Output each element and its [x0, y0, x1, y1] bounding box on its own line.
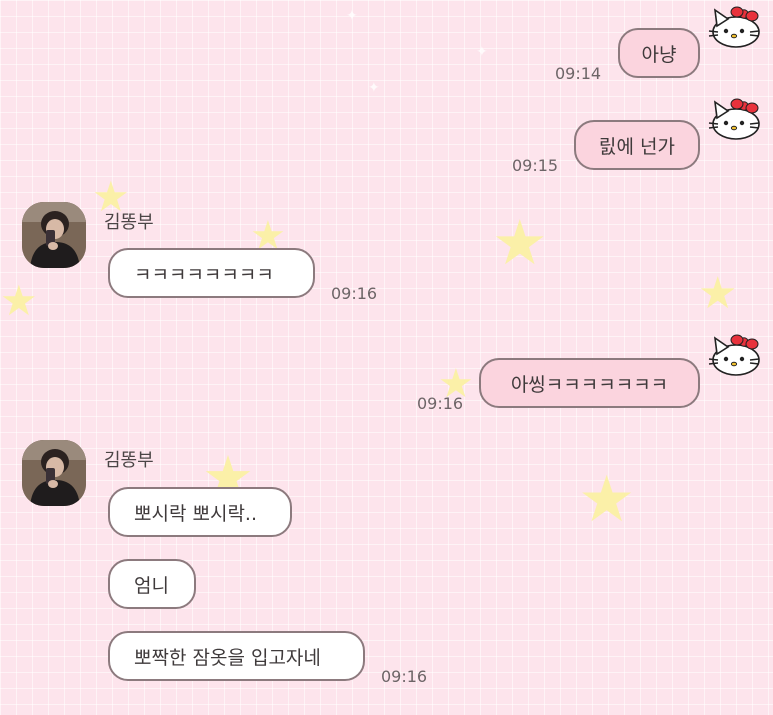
message-time: 09:15: [512, 156, 559, 175]
hello-kitty-icon: [708, 98, 760, 140]
profile-photo: [22, 202, 86, 268]
message-bubble-received[interactable]: 뽀짝한 잠옷을 입고자네: [108, 631, 365, 681]
sender-avatar[interactable]: [22, 440, 86, 506]
sender-name: 김똥부: [104, 212, 154, 233]
star-icon: ★: [492, 206, 548, 279]
message-bubble-received[interactable]: 뽀시락 뽀시락..: [108, 487, 292, 537]
message-bubble-sent[interactable]: 아씽ㅋㅋㅋㅋㅋㅋㅋ: [479, 358, 700, 408]
sparkle-icon: ✦: [476, 44, 488, 60]
sender-name: 김똥부: [104, 450, 154, 471]
message-time: 09:16: [417, 394, 464, 413]
message-bubble-sent[interactable]: 아냥: [618, 28, 700, 78]
sparkle-icon: ✦: [368, 80, 380, 96]
message-bubble-received[interactable]: 엄니: [108, 559, 196, 609]
sender-avatar[interactable]: [22, 202, 86, 268]
star-icon: ★: [0, 276, 38, 325]
message-time: 09:16: [331, 284, 378, 303]
message-bubble-sent[interactable]: 릸에 넌가: [574, 120, 700, 170]
message-time: 09:16: [381, 667, 428, 686]
sparkle-icon: ✦: [346, 8, 358, 24]
hello-kitty-icon: [708, 6, 760, 48]
message-time: 09:14: [555, 64, 602, 83]
hello-kitty-icon: [708, 334, 760, 376]
star-icon: ★: [698, 268, 738, 319]
message-bubble-received[interactable]: ㅋㅋㅋㅋㅋㅋㅋㅋ: [108, 248, 315, 298]
profile-photo: [22, 440, 86, 506]
star-icon: ★: [578, 463, 636, 537]
